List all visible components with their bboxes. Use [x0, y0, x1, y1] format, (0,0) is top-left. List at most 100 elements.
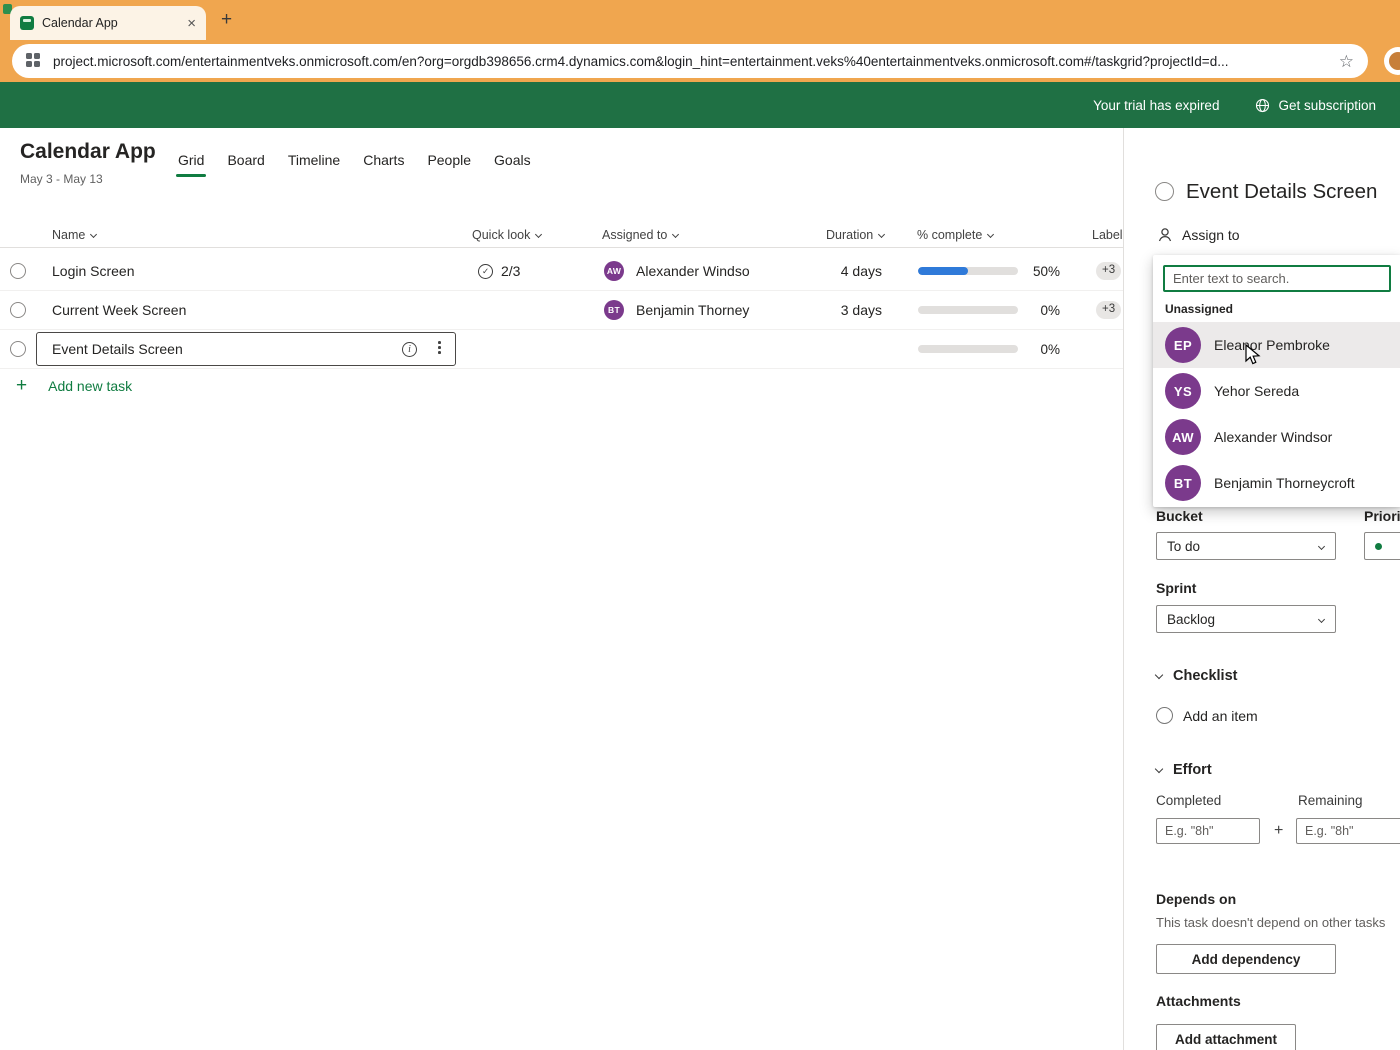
avatar: BT [1165, 465, 1201, 501]
progress-bar [918, 306, 1018, 314]
assignee-option[interactable]: AW Alexander Windsor [1153, 414, 1400, 460]
duration-cell[interactable]: 4 days [790, 252, 882, 290]
close-tab-icon[interactable]: × [187, 16, 196, 31]
percent-label: 50% [1032, 263, 1060, 279]
tab-board[interactable]: Board [225, 152, 266, 177]
col-assigned-to[interactable]: Assigned to [602, 225, 680, 245]
table-row[interactable]: Login Screen ✓ 2/3 AW Alexander Windso 4… [0, 252, 1123, 291]
labels-badge[interactable]: +3 [1096, 262, 1122, 280]
tab-grid[interactable]: Grid [176, 152, 207, 177]
plus-icon: + [16, 375, 28, 396]
assign-to-label: Assign to [1182, 227, 1240, 243]
checklist-check-icon: ✓ [478, 263, 493, 279]
priority-dot-icon [1375, 542, 1382, 550]
assignee-search-input[interactable] [1163, 265, 1391, 292]
tab-people[interactable]: People [425, 152, 473, 177]
tab-goals[interactable]: Goals [492, 152, 533, 177]
add-attachment-button[interactable]: Add attachment [1156, 1024, 1296, 1050]
info-icon[interactable]: i [402, 342, 417, 357]
checklist-section-header[interactable]: Checklist [1154, 668, 1238, 684]
unassigned-group-label: Unassigned [1165, 302, 1234, 316]
duration-cell[interactable]: 3 days [790, 291, 882, 329]
completed-label: Completed [1156, 793, 1222, 808]
add-new-task-button[interactable]: + Add new task [16, 376, 132, 395]
avatar: EP [1165, 327, 1201, 363]
address-bar[interactable]: project.microsoft.com/entertainmentveks.… [12, 44, 1368, 78]
task-name[interactable]: Current Week Screen [52, 291, 186, 329]
assignee-name: Benjamin Thorney [636, 302, 750, 318]
chevron-down-icon [878, 230, 886, 239]
row-checkbox[interactable] [10, 341, 26, 357]
task-complete-radio[interactable] [1155, 182, 1174, 201]
chevron-down-icon [1317, 542, 1326, 550]
bucket-select[interactable]: To do [1156, 532, 1336, 560]
browser-profile-avatar[interactable] [1384, 47, 1400, 75]
assignee-option[interactable]: EP Eleanor Pembroke [1153, 322, 1400, 368]
site-permissions-icon[interactable] [26, 53, 42, 69]
add-item-label: Add an item [1183, 707, 1258, 724]
avatar: BT [604, 300, 624, 320]
person-icon [1158, 228, 1172, 242]
globe-icon [1256, 98, 1270, 112]
site-favicon-icon [20, 16, 34, 30]
effort-section-header[interactable]: Effort [1154, 762, 1212, 778]
sprint-select[interactable]: Backlog [1156, 605, 1336, 633]
assignee-option[interactable]: YS Yehor Sereda [1153, 368, 1400, 414]
assignee-cell[interactable]: BT Benjamin Thorney [604, 291, 749, 329]
tab-timeline[interactable]: Timeline [286, 152, 342, 177]
browser-tab[interactable]: Calendar App × [10, 6, 206, 40]
priority-label: Priority [1364, 508, 1400, 524]
row-checkbox[interactable] [10, 302, 26, 318]
assignee-cell[interactable]: AW Alexander Windso [604, 252, 750, 290]
completed-effort-input[interactable] [1156, 818, 1260, 844]
labels-badge[interactable]: +3 [1096, 301, 1122, 319]
mouse-cursor [1245, 344, 1261, 365]
assign-to-row[interactable]: Assign to [1157, 227, 1240, 243]
task-details-panel: Event Details Screen Assign to Unassigne… [1123, 128, 1400, 1050]
table-row-selected[interactable]: Event Details Screen i 0% [0, 330, 1123, 369]
col-duration[interactable]: Duration [826, 225, 886, 245]
trial-expired-text: Your trial has expired [1093, 97, 1220, 113]
url-text: project.microsoft.com/entertainmentveks.… [53, 53, 1229, 69]
quick-look-cell[interactable]: ✓ 2/3 [478, 252, 520, 290]
new-tab-button[interactable]: + [221, 9, 232, 31]
add-checklist-item[interactable]: Add an item [1156, 707, 1258, 724]
avatar: YS [1165, 373, 1201, 409]
view-tabs: Grid Board Timeline Charts People Goals [176, 152, 533, 177]
remaining-effort-input[interactable] [1296, 818, 1400, 844]
remaining-label: Remaining [1298, 793, 1363, 808]
table-row[interactable]: Current Week Screen BT Benjamin Thorney … [0, 291, 1123, 330]
trial-banner: Your trial has expired Get subscription [0, 82, 1400, 128]
depends-on-text: This task doesn't depend on other tasks [1156, 915, 1386, 930]
col-quick-look[interactable]: Quick look [472, 225, 543, 245]
priority-select[interactable] [1364, 532, 1400, 560]
chevron-down-icon [1317, 615, 1326, 623]
get-subscription-button[interactable]: Get subscription [1255, 98, 1376, 113]
plus-icon: + [1274, 822, 1284, 839]
tab-charts[interactable]: Charts [361, 152, 406, 177]
get-subscription-label: Get subscription [1278, 97, 1376, 113]
row-checkbox[interactable] [10, 263, 26, 279]
bucket-value: To do [1167, 538, 1201, 554]
progress-bar [918, 345, 1018, 353]
percent-label: 0% [1040, 341, 1060, 357]
bookmark-star-icon[interactable]: ☆ [1339, 53, 1354, 70]
checklist-label: Checklist [1173, 668, 1238, 684]
avatar: AW [604, 261, 624, 281]
browser-chrome: Calendar App × + project.microsoft.com/e… [0, 0, 1400, 82]
browser-tab-title: Calendar App [42, 16, 118, 30]
add-new-task-label: Add new task [48, 377, 133, 394]
chevron-down-icon [535, 230, 543, 239]
add-dependency-button[interactable]: Add dependency [1156, 944, 1336, 974]
assignee-option[interactable]: BT Benjamin Thorneycroft [1153, 460, 1400, 506]
col-name[interactable]: Name [52, 225, 98, 245]
depends-on-label: Depends on [1156, 891, 1237, 907]
chevron-down-icon [672, 230, 680, 239]
percent-label: 0% [1040, 302, 1060, 318]
more-options-icon[interactable] [438, 341, 441, 354]
task-name[interactable]: Login Screen [52, 252, 135, 290]
selected-task-cell[interactable]: Event Details Screen i [36, 332, 456, 366]
assignee-picker-dropdown: Unassigned EP Eleanor Pembroke YS Yehor … [1153, 255, 1400, 507]
col-percent-complete[interactable]: % complete [917, 225, 995, 245]
effort-label: Effort [1173, 762, 1212, 778]
